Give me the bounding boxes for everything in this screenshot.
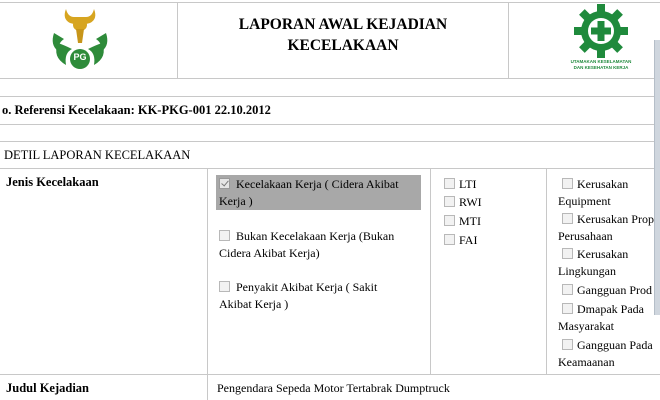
damage-gangguan-produksi[interactable]: Gangguan Prod — [558, 282, 658, 299]
pg-logo: PG — [44, 3, 116, 75]
option-bukan-kecelakaan-kerja[interactable]: Bukan Kecelakaan Kerja (Bukan Cidera Aki… — [219, 228, 424, 262]
category-mti[interactable]: MTI — [444, 213, 481, 230]
section-title: DETIL LAPORAN KECELAKAAN — [4, 148, 191, 162]
category-lti[interactable]: LTI — [444, 176, 477, 193]
page-title: LAPORAN AWAL KEJADIAN KECELAKAAN — [178, 14, 508, 56]
k3-logo-caption: UTAMAKAN KESELAMATAN DAN KESEHATAN KERJA — [570, 59, 632, 70]
damage-kerusakan-equipment[interactable]: Kerusakan Equipment — [558, 176, 658, 210]
checkbox-bukan-kecelakaan-kerja[interactable] — [219, 230, 230, 241]
checkbox-rwi[interactable] — [444, 196, 455, 207]
damage-kerusakan-properti[interactable]: Kerusakan Prop Perusahaan — [558, 211, 658, 245]
gear-cross-icon — [574, 4, 628, 58]
row-divider — [0, 374, 660, 375]
row-divider — [0, 141, 660, 142]
checkbox-kecelakaan-kerja[interactable] — [219, 178, 230, 189]
col-divider — [207, 168, 208, 400]
jenis-kecelakaan-label: Jenis Kecelakaan — [6, 175, 99, 189]
damage-dampak-masyarakat[interactable]: Dmapak Pada Masyarakat — [558, 301, 658, 335]
k3-logo: UTAMAKAN KESELAMATAN DAN KESEHATAN KERJA — [566, 4, 636, 76]
header-col-divider — [508, 2, 509, 79]
damage-gangguan-keamanan[interactable]: Gangguan Pada Keamaanan — [558, 337, 658, 371]
checkbox-kerusakan-properti[interactable] — [562, 213, 573, 224]
row-divider — [0, 168, 660, 169]
header-divider — [0, 78, 660, 79]
category-rwi[interactable]: RWI — [444, 194, 482, 211]
judul-kejadian-label: Judul Kejadian — [6, 381, 90, 395]
checkbox-penyakit-akibat-kerja[interactable] — [219, 281, 230, 292]
checkbox-fai[interactable] — [444, 234, 455, 245]
option-kecelakaan-kerja[interactable]: Kecelakaan Kerja ( Cidera Akibat Kerja ) — [219, 176, 419, 210]
col-divider — [546, 168, 547, 375]
row-divider — [0, 124, 660, 125]
damage-kerusakan-lingkungan[interactable]: Kerusakan Lingkungan — [558, 246, 658, 280]
checkbox-kerusakan-equipment[interactable] — [562, 178, 573, 189]
pg-logo-text: PG — [73, 52, 87, 62]
category-fai[interactable]: FAI — [444, 232, 477, 249]
checkbox-kerusakan-lingkungan[interactable] — [562, 248, 573, 259]
checkbox-lti[interactable] — [444, 178, 455, 189]
page-title-line1: LAPORAN AWAL KEJADIAN — [238, 16, 448, 33]
checkbox-gangguan-produksi[interactable] — [562, 284, 573, 295]
judul-kejadian-value: Pengendara Sepeda Motor Tertabrak Dumptr… — [217, 381, 450, 395]
col-divider — [430, 168, 431, 375]
row-divider — [0, 96, 660, 97]
option-penyakit-akibat-kerja[interactable]: Penyakit Akibat Kerja ( Sakit Akibat Ker… — [219, 279, 424, 313]
checkbox-gangguan-keamanan[interactable] — [562, 339, 573, 350]
reference-number: o. Referensi Kecelakaan: KK-PKG-001 22.1… — [2, 103, 271, 117]
scrollbar[interactable] — [654, 40, 660, 315]
checkbox-mti[interactable] — [444, 215, 455, 226]
page-title-line2: KECELAKAAN — [287, 37, 399, 54]
checkbox-dampak-masyarakat[interactable] — [562, 303, 573, 314]
